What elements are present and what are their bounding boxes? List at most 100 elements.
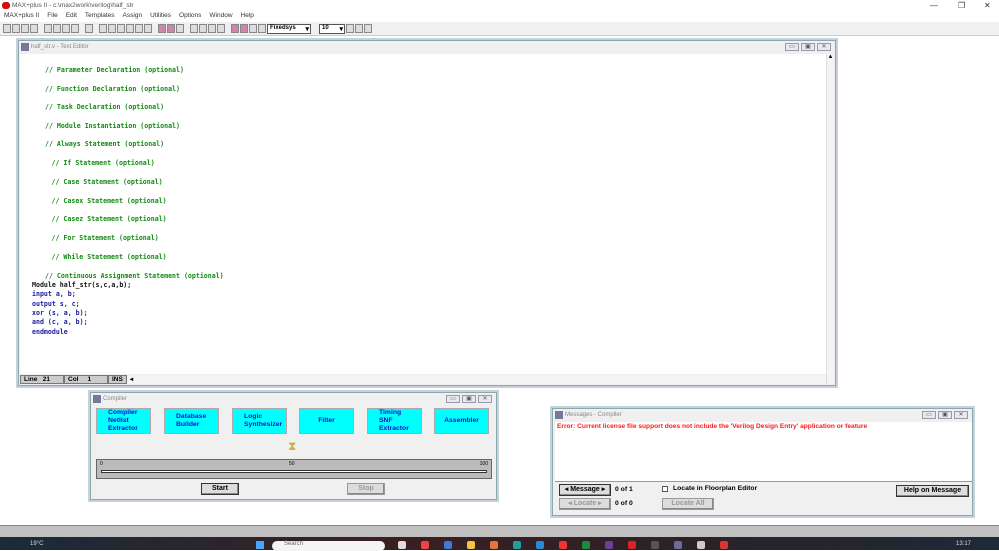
taskbar: 19°C 13:17 [0, 537, 999, 550]
taskbar-app-icon[interactable] [697, 541, 705, 549]
replace-all-icon[interactable] [258, 24, 266, 33]
save-check-icon[interactable] [208, 24, 216, 33]
symbol-editor-icon[interactable] [117, 24, 125, 33]
menu-bar: MAX+plus II File Edit Templates Assign Utilit… [0, 12, 999, 22]
line-number: 21 [42, 376, 51, 383]
save-icon[interactable] [21, 24, 29, 33]
taskbar-app-icon[interactable] [513, 541, 521, 549]
taskbar-app-icon[interactable] [444, 541, 452, 549]
taskbar-app-icon[interactable] [467, 541, 475, 549]
scroll-left-icon[interactable]: ◂ [127, 375, 136, 384]
menu-window[interactable]: Window [209, 12, 232, 22]
code-editor[interactable]: // Parameter Declaration (optional) // Fu… [20, 54, 826, 374]
messages-icon [555, 411, 563, 419]
left-align-icon[interactable] [355, 24, 363, 33]
waveform-editor-icon[interactable] [135, 24, 143, 33]
menu-templates[interactable]: Templates [85, 12, 115, 22]
text-editor-icon[interactable] [126, 24, 134, 33]
menu-assign[interactable]: Assign [123, 12, 143, 22]
taskbar-app-icon[interactable] [628, 541, 636, 549]
line-label: Line [24, 376, 38, 383]
vertical-scrollbar[interactable]: ▲ [826, 54, 834, 384]
clock[interactable]: 13:17 [956, 541, 971, 547]
help-on-message-button[interactable]: Help on Message [896, 485, 969, 497]
close-icon[interactable]: ✕ [984, 1, 991, 10]
minimize-icon[interactable]: ▭ [446, 395, 460, 403]
close-icon[interactable]: ✕ [954, 411, 968, 419]
taskbar-app-icon[interactable] [490, 541, 498, 549]
undo-icon[interactable] [71, 24, 79, 33]
taskbar-app-icon[interactable] [582, 541, 590, 549]
taskbar-app-icon[interactable] [651, 541, 659, 549]
font-size-select[interactable]: 10 [319, 23, 345, 34]
taskbar-app-icon[interactable] [421, 541, 429, 549]
stage-assembler[interactable]: Assembler [434, 408, 489, 434]
menu-options[interactable]: Options [179, 12, 201, 22]
menu-maxplusii[interactable]: MAX+plus II [4, 12, 39, 22]
mdi-status-bar [0, 525, 999, 537]
taskbar-app-icon[interactable] [559, 541, 567, 549]
open-project-icon[interactable] [199, 24, 207, 33]
tab-stops-icon[interactable] [346, 24, 354, 33]
hierarchy-icon[interactable] [99, 24, 107, 33]
copy-icon[interactable] [53, 24, 61, 33]
find-next-icon[interactable] [240, 24, 248, 33]
floorplan-editor-icon[interactable] [144, 24, 152, 33]
font-select[interactable]: Fixedsys [267, 23, 311, 34]
maximize-icon[interactable]: ▣ [462, 395, 476, 403]
taskbar-app-icon[interactable] [536, 541, 544, 549]
simulator-icon[interactable] [167, 24, 175, 33]
stage-compiler-netlist-extractor[interactable]: Compiler Netlist Extractor [96, 408, 151, 434]
cut-icon[interactable] [44, 24, 52, 33]
start-menu-icon[interactable] [256, 541, 264, 549]
right-align-icon[interactable] [364, 24, 372, 33]
menu-help[interactable]: Help [241, 12, 254, 22]
menu-edit[interactable]: Edit [66, 12, 77, 22]
taskbar-app-icon[interactable] [720, 541, 728, 549]
paste-icon[interactable] [62, 24, 70, 33]
error-message[interactable]: Error: Current license file support does… [557, 423, 867, 430]
menu-file[interactable]: File [47, 12, 57, 22]
new-icon[interactable] [3, 24, 11, 33]
taskbar-app-icon[interactable] [674, 541, 682, 549]
start-button[interactable]: Start [201, 483, 239, 495]
taskbar-app-icon[interactable] [605, 541, 613, 549]
message-list[interactable]: Error: Current license file support does… [555, 422, 972, 482]
maximize-icon[interactable]: ▣ [938, 411, 952, 419]
stop-button[interactable]: Stop [347, 483, 385, 495]
search-label: Search [284, 541, 304, 547]
find-icon[interactable] [231, 24, 239, 33]
stage-filter[interactable]: Filter [299, 408, 354, 434]
locate-button[interactable]: Locate [574, 500, 597, 507]
compiler-icon[interactable] [158, 24, 166, 33]
close-icon[interactable]: ✕ [478, 395, 492, 403]
stage-database-builder[interactable]: Database Builder [164, 408, 219, 434]
message-button[interactable]: Message [570, 486, 600, 493]
timing-analyzer-icon[interactable] [176, 24, 184, 33]
replace-icon[interactable] [249, 24, 257, 33]
stage-logic-synthesizer[interactable]: Logic Synthesizer [232, 408, 287, 434]
taskbar-app-icon[interactable] [398, 541, 406, 549]
stage-timing-snf-extractor[interactable]: Timing SNF Extractor [367, 408, 422, 434]
weather[interactable]: 19°C [30, 541, 43, 547]
open-icon[interactable] [12, 24, 20, 33]
messages-window: Messages - Compiler ▭ ▣ ✕ Error: Current l… [552, 408, 973, 516]
minimize-icon[interactable]: — [930, 1, 938, 10]
message-count: 0 of 1 [615, 486, 633, 493]
menu-utilities[interactable]: Utilities [150, 12, 171, 22]
programmer-icon[interactable] [190, 24, 198, 33]
close-icon[interactable]: ✕ [817, 43, 831, 51]
print-icon[interactable] [30, 24, 38, 33]
locate-all-button[interactable]: Locate All [662, 498, 714, 510]
graphic-editor-icon[interactable] [108, 24, 116, 33]
restore-icon[interactable]: ❐ [958, 1, 965, 10]
code-line: // Casex Statement (optional) [51, 197, 167, 205]
code-line: // For Statement (optional) [51, 234, 159, 242]
save-compile-icon[interactable] [217, 24, 225, 33]
locate-floorplan-checkbox[interactable] [662, 486, 668, 492]
maximize-icon[interactable]: ▣ [801, 43, 815, 51]
help-icon[interactable] [85, 24, 93, 33]
minimize-icon[interactable]: ▭ [922, 411, 936, 419]
minimize-icon[interactable]: ▭ [785, 43, 799, 51]
code-line: endmodule [32, 328, 68, 336]
